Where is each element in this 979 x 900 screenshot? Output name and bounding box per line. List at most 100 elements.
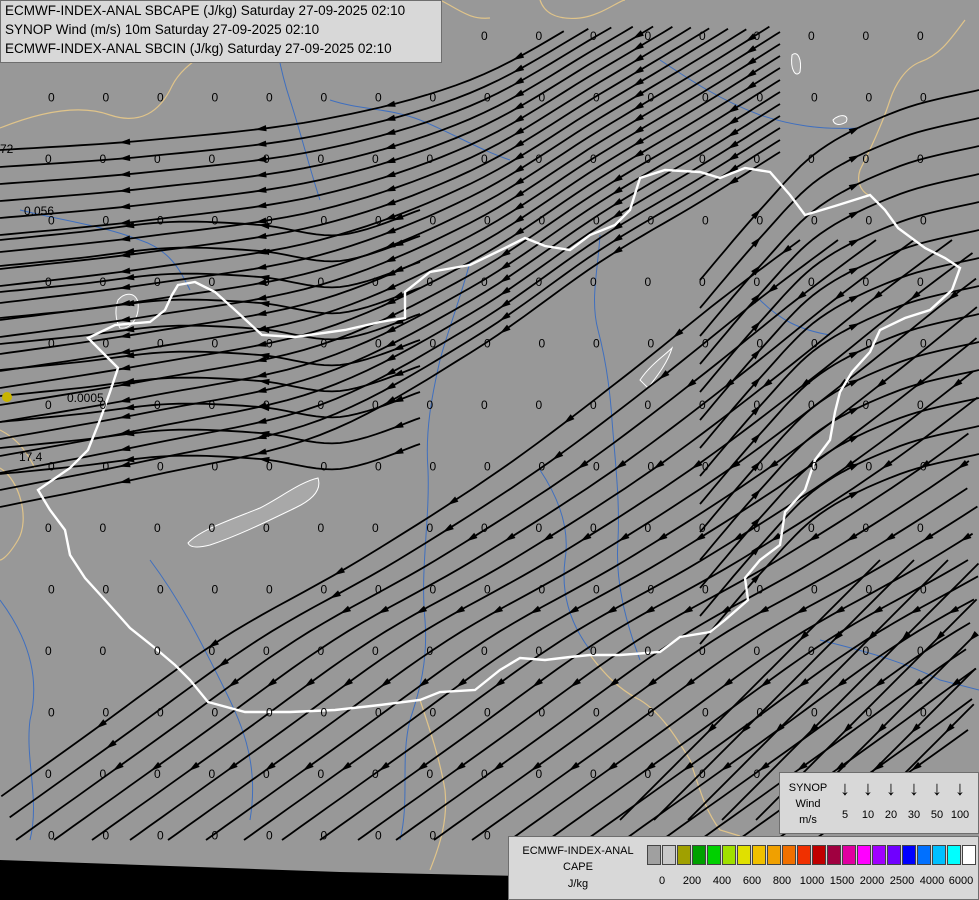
cape-value-label: 0	[372, 521, 379, 535]
cape-value-label: 0	[430, 460, 437, 474]
cape-value-label: 0	[430, 829, 437, 843]
cape-value-label: 0	[590, 767, 597, 781]
cape-color-swatch	[932, 845, 946, 865]
cape-value-label: 0	[536, 767, 543, 781]
cape-value-label: 0	[48, 583, 55, 597]
cape-value-label: 0	[481, 644, 488, 658]
cape-value-label: 0	[536, 644, 543, 658]
cape-value-label: 0	[645, 398, 652, 412]
cape-value-label: 0	[154, 152, 161, 166]
cape-value-label-special: 0.056	[24, 204, 54, 218]
cape-value-label: 0	[100, 644, 107, 658]
cape-value-label: 0	[593, 706, 600, 720]
cape-value-label: 0	[427, 152, 434, 166]
cape-value-label: 0	[430, 214, 437, 228]
cape-value-label: 0	[920, 706, 927, 720]
cape-value-label: 0	[863, 398, 870, 412]
cape-value-label: 0	[103, 706, 110, 720]
cape-tick-label: 200	[682, 875, 702, 887]
cape-value-label: 0	[645, 767, 652, 781]
cape-value-label: 0	[484, 829, 491, 843]
cape-value-label: 0	[427, 767, 434, 781]
cape-color-swatch	[677, 845, 691, 865]
cape-value-label: 0	[212, 91, 219, 105]
cape-value-label: 0	[699, 767, 706, 781]
cape-value-label: 0	[45, 152, 52, 166]
cape-value-label: 0	[917, 398, 924, 412]
cape-value-label: 0	[811, 583, 818, 597]
cape-value-label: 0	[375, 214, 382, 228]
cape-value-label: 0	[157, 829, 164, 843]
cape-value-label: 0	[45, 398, 52, 412]
cape-legend-title: ECMWF-INDEX-ANAL	[522, 845, 634, 857]
synop-legend-sub2: m/s	[799, 814, 817, 826]
cape-value-label: 0	[157, 583, 164, 597]
cape-value-label: 0	[266, 91, 273, 105]
synop-station-marker	[2, 392, 12, 402]
cape-value-label: 0	[100, 275, 107, 289]
cape-value-label: 0	[754, 521, 761, 535]
cape-value-label: 0	[699, 398, 706, 412]
cape-value-label-special: 72	[0, 142, 14, 156]
cape-value-label: 0	[754, 29, 761, 43]
cape-value-label: 0	[45, 521, 52, 535]
cape-color-swatch	[662, 845, 676, 865]
cape-value-label: 0	[536, 398, 543, 412]
cape-value-label: 0	[757, 214, 764, 228]
weather-map: 0 0 0 0 0 0 0 0 0 0 0 0 0 0 0 0 0 0 0 0 0 0 0 0 0 0 0 0 0 0 0 0 0 0 0 0 0 0 0 0…	[0, 0, 979, 900]
cape-value-label: 0	[702, 91, 709, 105]
wind-speed-arrow-icon: ↓	[886, 778, 896, 800]
cape-value-label: 0	[863, 521, 870, 535]
cape-value-label: 0	[103, 337, 110, 351]
cape-value-label: 0	[645, 644, 652, 658]
cape-value-label: 0	[212, 337, 219, 351]
cape-value-label: 0	[430, 337, 437, 351]
cape-value-label: 0	[103, 214, 110, 228]
cape-value-label: 0	[375, 829, 382, 843]
cape-value-label: 0	[266, 706, 273, 720]
cape-value-label: 0	[48, 829, 55, 843]
cape-value-label: 0	[648, 214, 655, 228]
cape-value-label: 0	[263, 398, 270, 412]
cape-color-swatch	[647, 845, 661, 865]
cape-value-label: 0	[209, 767, 216, 781]
cape-value-label: 0	[427, 521, 434, 535]
synop-wind-legend: SYNOP Wind m/s ↓ 5 ↓ 10 ↓ 20 ↓ 30 ↓ 50 ↓ 100	[779, 772, 979, 834]
cape-value-label: 0	[154, 644, 161, 658]
cape-value-label: 0	[917, 152, 924, 166]
cape-color-swatch	[782, 845, 796, 865]
cape-value-label: 0	[263, 275, 270, 289]
cape-value-label: 0	[866, 214, 873, 228]
cape-legend-sub2: J/kg	[567, 878, 589, 890]
cape-value-label: 0	[808, 398, 815, 412]
cape-value-label: 0	[209, 152, 216, 166]
cape-value-label: 0	[757, 337, 764, 351]
cape-value-label: 0	[212, 214, 219, 228]
cape-value-label: 0	[917, 521, 924, 535]
wind-speed-arrow-icon: ↓	[932, 778, 942, 800]
cape-value-label: 0	[157, 91, 164, 105]
cape-value-label: 0	[321, 214, 328, 228]
cape-color-swatch	[887, 845, 901, 865]
cape-value-label: 0	[539, 583, 546, 597]
cape-value-label: 0	[372, 275, 379, 289]
cape-value-label: 0	[536, 275, 543, 289]
cape-value-label: 0	[866, 460, 873, 474]
cape-value-label: 0	[321, 829, 328, 843]
cape-value-label: 0	[318, 644, 325, 658]
cape-value-label: 0	[209, 644, 216, 658]
cape-value-label: 0	[157, 214, 164, 228]
cape-value-label: 0	[699, 644, 706, 658]
cape-value-label: 0	[481, 521, 488, 535]
cape-value-label: 0	[645, 29, 652, 43]
cape-value-label: 0	[157, 460, 164, 474]
cape-value-label: 0	[154, 275, 161, 289]
cape-value-label: 0	[808, 644, 815, 658]
cape-tick-label: 2500	[889, 875, 915, 887]
cape-value-label: 0	[481, 275, 488, 289]
cape-color-swatch	[902, 845, 916, 865]
cape-value-label: 0	[811, 91, 818, 105]
cape-tick-label: 4000	[919, 875, 945, 887]
cape-value-label: 0	[699, 275, 706, 289]
cape-value-label: 0	[45, 275, 52, 289]
